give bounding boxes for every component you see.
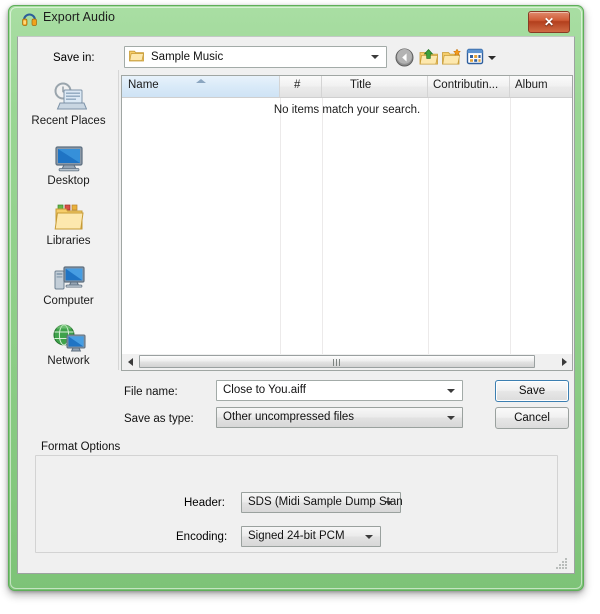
header-value: SDS (Midi Sample Dump Stan <box>248 496 403 508</box>
encoding-value: Signed 24-bit PCM <box>248 530 345 542</box>
scrollbar-thumb[interactable] <box>139 355 535 368</box>
file-name-value: Close to You.aiff <box>223 384 306 396</box>
scroll-right-icon[interactable] <box>556 354 572 369</box>
cancel-button-label: Cancel <box>514 412 550 424</box>
places-bar: Recent Places Desktop Libraries Computer… <box>18 70 119 370</box>
save-as-type-select[interactable]: Other uncompressed files <box>216 407 463 428</box>
close-button[interactable]: ✕ <box>528 11 570 33</box>
column-header-label: Name <box>128 79 159 91</box>
sidebar-item-desktop[interactable]: Desktop <box>18 138 119 198</box>
save-as-type-value: Other uncompressed files <box>223 411 355 423</box>
header-label: Header: <box>184 497 225 509</box>
recent-places-icon <box>18 78 119 114</box>
network-icon <box>18 318 119 354</box>
resize-grip[interactable] <box>556 558 569 571</box>
file-list-view[interactable]: Name # Title Contributin... Album No ite… <box>121 75 573 357</box>
column-header-label: # <box>294 79 301 91</box>
cancel-button[interactable]: Cancel <box>495 407 569 429</box>
column-header-number[interactable]: # <box>280 76 322 97</box>
libraries-icon <box>18 198 119 234</box>
up-one-level-button[interactable] <box>418 47 440 68</box>
views-button[interactable] <box>466 47 496 68</box>
file-name-label: File name: <box>124 386 178 398</box>
sidebar-item-label: Computer <box>43 295 94 307</box>
audacity-headphones-icon <box>22 12 37 26</box>
column-header-label: Title <box>350 79 372 91</box>
sidebar-item-label: Network <box>47 355 90 367</box>
folder-icon <box>129 49 144 65</box>
sidebar-item-label: Desktop <box>47 175 90 187</box>
close-icon: ✕ <box>543 15 555 29</box>
sidebar-item-libraries[interactable]: Libraries <box>18 198 119 258</box>
sort-ascending-icon <box>195 79 206 83</box>
save-as-type-label: Save as type: <box>124 413 194 425</box>
encoding-label: Encoding: <box>176 531 228 543</box>
scroll-left-icon[interactable] <box>122 354 138 369</box>
chevron-down-icon[interactable] <box>447 388 455 393</box>
save-in-label: Save in: <box>53 52 95 64</box>
chevron-down-icon <box>371 55 379 59</box>
file-list-grid-lines <box>122 98 572 356</box>
save-button-label: Save <box>518 385 546 397</box>
sidebar-item-network[interactable]: Network <box>18 318 119 378</box>
chevron-down-icon[interactable] <box>365 534 373 539</box>
desktop-icon <box>18 138 119 174</box>
sidebar-item-label: Libraries <box>46 235 91 247</box>
horizontal-scrollbar[interactable] <box>121 354 573 371</box>
column-header-title[interactable]: Title <box>322 76 428 97</box>
chevron-down-icon[interactable] <box>385 500 393 505</box>
file-name-input[interactable]: Close to You.aiff <box>216 380 463 401</box>
header-select[interactable]: SDS (Midi Sample Dump Stan <box>241 492 403 513</box>
column-header-label: Contributin... <box>433 79 499 91</box>
save-button[interactable]: Save <box>495 380 569 402</box>
new-folder-button[interactable] <box>441 47 463 68</box>
sidebar-item-label: Recent Places <box>31 115 106 127</box>
column-header-name[interactable]: Name <box>122 76 280 97</box>
window-title: Export Audio <box>43 10 116 24</box>
column-header-contributing-artists[interactable]: Contributin... <box>428 76 510 97</box>
chevron-down-icon[interactable] <box>447 415 455 420</box>
empty-list-message: No items match your search. <box>273 104 421 116</box>
save-in-combobox[interactable]: Sample Music <box>124 46 387 68</box>
scrollbar-grip-icon <box>333 359 342 366</box>
back-button[interactable] <box>394 47 416 68</box>
sidebar-item-recent-places[interactable]: Recent Places <box>18 78 119 138</box>
encoding-select[interactable]: Signed 24-bit PCM <box>241 526 381 547</box>
column-header-label: Album <box>515 79 548 91</box>
column-header-album[interactable]: Album <box>510 76 572 97</box>
save-in-value: Sample Music <box>151 51 224 63</box>
file-list-header: Name # Title Contributin... Album <box>122 76 572 98</box>
chevron-down-icon <box>488 56 496 60</box>
format-options-title: Format Options <box>36 441 126 453</box>
computer-icon <box>18 258 119 294</box>
sidebar-item-computer[interactable]: Computer <box>18 258 119 318</box>
export-audio-dialog: Export Audio ✕ Save in: Sample Music Rec… <box>0 0 600 614</box>
